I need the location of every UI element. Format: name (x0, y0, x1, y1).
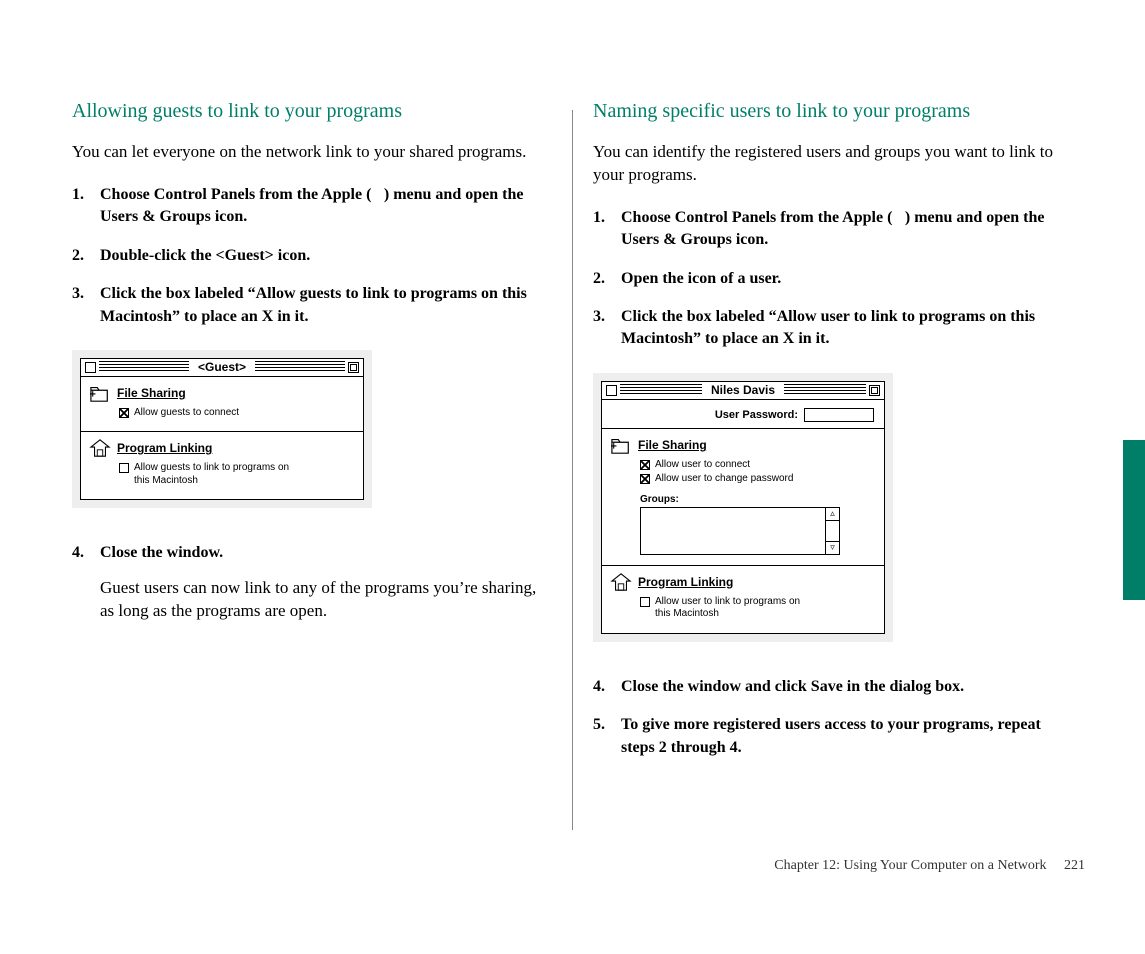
page-footer: Chapter 12: Using Your Computer on a Net… (774, 858, 1085, 874)
password-field[interactable] (804, 408, 874, 422)
page-edge-tab (1123, 440, 1145, 600)
apple-icon:  (892, 209, 904, 226)
password-row: User Password: (602, 400, 884, 428)
left-step-1: Choose Control Panels from the Apple ()… (72, 184, 542, 229)
allow-guests-connect-checkbox[interactable] (119, 408, 129, 418)
zoom-icon[interactable] (869, 385, 880, 396)
file-sharing-label: File Sharing (117, 386, 186, 400)
file-sharing-label: File Sharing (638, 438, 707, 452)
page-number: 221 (1064, 858, 1085, 873)
file-sharing-header: File Sharing (610, 435, 876, 455)
allow-guests-link-label: Allow guests to link to programs on this… (134, 462, 294, 487)
right-step-4: Close the window and click Save in the d… (593, 676, 1073, 698)
chapter-label: Chapter 12: Using Your Computer on a Net… (774, 858, 1046, 873)
user-window: Niles Davis User Password: (601, 381, 885, 634)
page-content: Allowing guests to link to your programs… (0, 0, 1145, 830)
right-step-2: Open the icon of a user. (593, 268, 1073, 290)
program-linking-header: Program Linking (89, 438, 355, 458)
close-icon[interactable] (85, 362, 96, 373)
titlebar-stripes (784, 384, 866, 396)
user-titlebar: Niles Davis (602, 382, 884, 400)
program-linking-label: Program Linking (638, 575, 733, 589)
titlebar-stripes (99, 361, 189, 373)
right-heading: Naming specific users to link to your pr… (593, 100, 1073, 123)
apple-icon:  (371, 186, 383, 203)
groups-listbox: ▵ ▿ (640, 507, 840, 555)
user-screenshot: Niles Davis User Password: (593, 373, 893, 642)
left-steps: Choose Control Panels from the Apple ()… (72, 184, 542, 328)
allow-user-link-label: Allow user to link to programs on this M… (655, 596, 815, 621)
step-text: Choose Control Panels from the Apple ()… (621, 209, 1044, 248)
scroll-down-icon[interactable]: ▿ (826, 541, 839, 554)
guest-screenshot: <Guest> File Sharing (72, 350, 372, 509)
guest-link-row: Allow guests to link to programs on this… (119, 462, 355, 487)
zoom-icon[interactable] (348, 362, 359, 373)
groups-list[interactable] (640, 507, 826, 555)
right-column: Naming specific users to link to your pr… (573, 100, 1073, 830)
guest-connect-row: Allow guests to connect (119, 407, 355, 420)
right-step-5: To give more registered users access to … (593, 714, 1073, 759)
right-steps: Choose Control Panels from the Apple ()… (593, 207, 1073, 351)
allow-user-changepw-checkbox[interactable] (640, 474, 650, 484)
groups-scrollbar[interactable]: ▵ ▿ (826, 507, 840, 555)
program-linking-label: Program Linking (117, 441, 212, 455)
folder-icon (89, 383, 111, 403)
right-step-3: Click the box labeled “Allow user to lin… (593, 306, 1073, 351)
titlebar-stripes (255, 361, 345, 373)
close-icon[interactable] (606, 385, 617, 396)
user-window-title: Niles Davis (705, 383, 781, 397)
groups-label: Groups: (640, 494, 876, 505)
allow-user-connect-label: Allow user to connect (655, 459, 750, 472)
left-intro: You can let everyone on the network link… (72, 141, 542, 164)
right-steps-cont: Close the window and click Save in the d… (593, 676, 1073, 759)
allow-guests-connect-label: Allow guests to connect (134, 407, 239, 420)
left-column: Allowing guests to link to your programs… (72, 100, 572, 830)
left-step-4: Close the window. Guest users can now li… (72, 542, 542, 622)
folder-icon (610, 435, 632, 455)
left-step-2: Double-click the <Guest> icon. (72, 245, 542, 267)
allow-user-changepw-label: Allow user to change password (655, 473, 793, 486)
left-heading: Allowing guests to link to your programs (72, 100, 542, 123)
program-linking-icon (610, 572, 632, 592)
titlebar-stripes (620, 384, 702, 396)
allow-guests-link-checkbox[interactable] (119, 463, 129, 473)
left-steps-cont: Close the window. Guest users can now li… (72, 542, 542, 622)
guest-titlebar: <Guest> (81, 359, 363, 377)
guest-window: <Guest> File Sharing (80, 358, 364, 501)
allow-user-link-checkbox[interactable] (640, 597, 650, 607)
right-intro: You can identify the registered users an… (593, 141, 1073, 187)
file-sharing-header: File Sharing (89, 383, 355, 403)
program-linking-icon (89, 438, 111, 458)
left-step-4-note: Guest users can now link to any of the p… (100, 577, 542, 623)
step-text: Close the window. (100, 544, 223, 561)
guest-window-title: <Guest> (192, 360, 252, 374)
step-text: Choose Control Panels from the Apple ()… (100, 186, 523, 225)
allow-user-connect-checkbox[interactable] (640, 460, 650, 470)
program-linking-header: Program Linking (610, 572, 876, 592)
password-label: User Password: (715, 409, 798, 421)
scroll-up-icon[interactable]: ▵ (826, 508, 839, 521)
right-step-1: Choose Control Panels from the Apple ()… (593, 207, 1073, 252)
left-step-3: Click the box labeled “Allow guests to l… (72, 283, 542, 328)
